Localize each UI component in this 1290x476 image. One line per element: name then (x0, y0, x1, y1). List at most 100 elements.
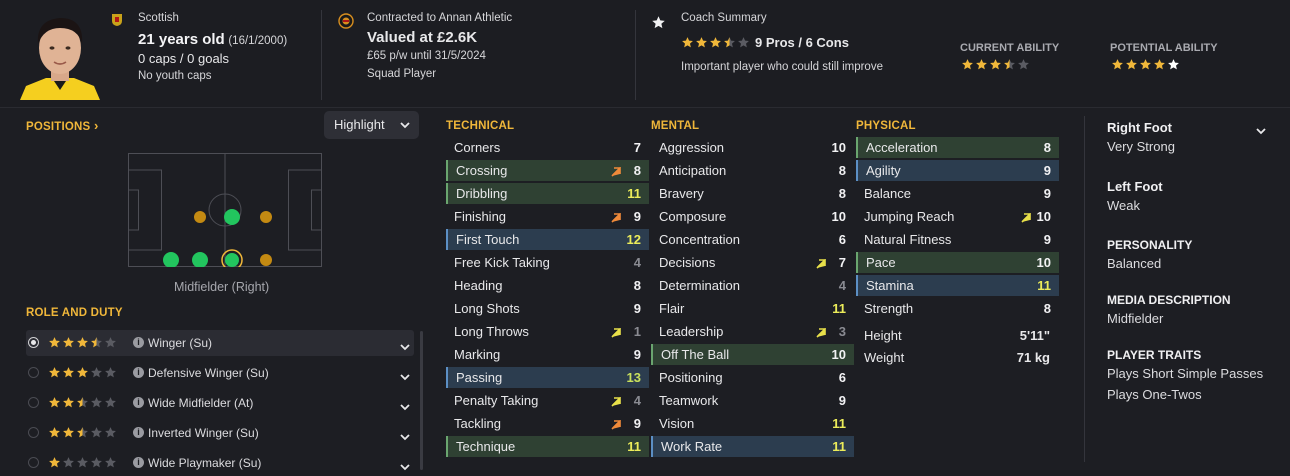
attribute-row[interactable]: Technique 11 (446, 436, 649, 457)
attribute-row[interactable]: Work Rate 11 (651, 436, 854, 457)
chevron-down-icon[interactable] (400, 369, 410, 381)
trait-item: Plays Short Simple Passes (1107, 366, 1264, 381)
attribute-value: 9 (633, 347, 641, 362)
attribute-row[interactable]: Anticipation 8 (651, 160, 854, 181)
star-icon (652, 16, 665, 29)
position-dot (224, 209, 240, 225)
chevron-down-icon[interactable] (400, 339, 410, 351)
current-ability-label: CURRENT ABILITY (960, 42, 1060, 54)
attribute-value: 6 (838, 370, 846, 385)
attribute-row[interactable]: Off The Ball 10 (651, 344, 854, 365)
attribute-row[interactable]: Penalty Taking 4 (446, 390, 649, 411)
attribute-row[interactable]: Decisions 7 (651, 252, 854, 273)
info-icon[interactable]: i (133, 337, 144, 348)
attribute-row[interactable]: Pace 10 (856, 252, 1059, 273)
attribute-label: Anticipation (659, 163, 727, 178)
attribute-row[interactable]: Determination 4 (651, 275, 854, 296)
role-row[interactable]: i Wide Midfielder (At) (26, 390, 414, 416)
coach-comment: Important player who could still improve (681, 61, 883, 73)
positions-link[interactable]: POSITIONS › (26, 118, 99, 133)
attribute-value: 4 (633, 255, 641, 270)
attribute-label: Free Kick Taking (454, 255, 550, 270)
attribute-row[interactable]: Heading 8 (446, 275, 649, 296)
attribute-row[interactable]: First Touch 12 (446, 229, 649, 250)
attribute-row[interactable]: Long Shots 9 (446, 298, 649, 319)
attribute-row[interactable]: Strength 8 (856, 298, 1059, 319)
radio-icon[interactable] (28, 397, 39, 408)
info-icon[interactable]: i (133, 457, 144, 468)
role-stars (48, 366, 118, 379)
player-value: Valued at £2.6K (367, 29, 478, 46)
attribute-row[interactable]: Crossing 8 (446, 160, 649, 181)
attribute-value: 9 (633, 209, 641, 224)
highlight-dropdown[interactable]: Highlight (324, 111, 419, 139)
attribute-label: Work Rate (661, 439, 723, 454)
role-name: Winger (Su) (148, 336, 213, 350)
attribute-row[interactable]: Finishing 9 (446, 206, 649, 227)
attribute-value: 7 (838, 255, 846, 270)
traits-section: PLAYER TRAITS Plays Short Simple Passes … (1107, 348, 1263, 402)
technical-title: TECHNICAL (446, 120, 515, 132)
attribute-row[interactable]: Teamwork 9 (651, 390, 854, 411)
chevron-down-icon[interactable] (400, 429, 410, 441)
radio-icon[interactable] (28, 457, 39, 468)
info-icon[interactable]: i (133, 367, 144, 378)
attribute-row[interactable]: Long Throws 1 (446, 321, 649, 342)
radio-icon[interactable] (28, 367, 39, 378)
role-stars (48, 456, 118, 469)
attribute-value: 10 (1036, 255, 1051, 270)
role-row[interactable]: i Defensive Winger (Su) (26, 360, 414, 386)
attribute-label: Stamina (866, 278, 914, 293)
attribute-row[interactable]: Natural Fitness 9 (856, 229, 1059, 250)
attribute-row[interactable]: Tackling 9 (446, 413, 649, 434)
highlight-label: Highlight (334, 117, 385, 132)
right-foot-value: Very Strong (1107, 139, 1175, 154)
attribute-row[interactable]: Bravery 8 (651, 183, 854, 204)
caps-goals: 0 caps / 0 goals (138, 51, 230, 66)
chevron-down-icon[interactable] (400, 459, 410, 471)
position-dot (194, 211, 206, 223)
attribute-row[interactable]: Concentration 6 (651, 229, 854, 250)
info-icon[interactable]: i (133, 427, 144, 438)
position-dot (260, 211, 272, 223)
info-icon[interactable]: i (133, 397, 144, 408)
attribute-value: 10 (831, 140, 846, 155)
attribute-row[interactable]: Marking 9 (446, 344, 649, 365)
attribute-row[interactable]: Dribbling 11 (446, 183, 649, 204)
attribute-value: 8 (838, 186, 846, 201)
personality-label: PERSONALITY (1107, 238, 1193, 252)
attribute-row[interactable]: Jumping Reach 10 (856, 206, 1059, 227)
attribute-value: 10 (831, 209, 846, 224)
attribute-row[interactable]: Acceleration 8 (856, 137, 1059, 158)
role-row[interactable]: i Inverted Winger (Su) (26, 420, 414, 446)
attribute-row[interactable]: Flair 11 (651, 298, 854, 319)
position-name: Midfielder (Right) (174, 280, 270, 294)
weight-value: 71 kg (1016, 350, 1050, 365)
attribute-row[interactable]: Vision 11 (651, 413, 854, 434)
attribute-value: 3 (838, 324, 846, 339)
attribute-row[interactable]: Corners 7 (446, 137, 649, 158)
attribute-row[interactable]: Balance 9 (856, 183, 1059, 204)
chevron-down-icon (400, 122, 410, 129)
attribute-label: Flair (659, 301, 685, 316)
role-row[interactable]: i Winger (Su) (26, 330, 414, 356)
chevron-down-icon[interactable] (1256, 127, 1266, 135)
attribute-row[interactable]: Positioning 6 (651, 367, 854, 388)
attribute-row[interactable]: Passing 13 (446, 367, 649, 388)
potential-ability-label: POTENTIAL ABILITY (1110, 42, 1218, 54)
radio-selected-icon[interactable] (28, 337, 39, 348)
attribute-row[interactable]: Leadership 3 (651, 321, 854, 342)
attribute-row[interactable]: Composure 10 (651, 206, 854, 227)
chevron-down-icon[interactable] (400, 399, 410, 411)
divider (321, 10, 322, 100)
role-row[interactable]: i Wide Playmaker (Su) (26, 450, 414, 476)
attribute-row[interactable]: Aggression 10 (651, 137, 854, 158)
radio-icon[interactable] (28, 427, 39, 438)
scrollbar[interactable] (420, 331, 423, 470)
attribute-value: 8 (633, 278, 641, 293)
attribute-value: 11 (627, 186, 641, 201)
player-header: Scottish 21 years old (16/1/2000) 0 caps… (0, 0, 1290, 108)
attribute-row[interactable]: Stamina 11 (856, 275, 1059, 296)
attribute-row[interactable]: Agility 9 (856, 160, 1059, 181)
attribute-row[interactable]: Free Kick Taking 4 (446, 252, 649, 273)
